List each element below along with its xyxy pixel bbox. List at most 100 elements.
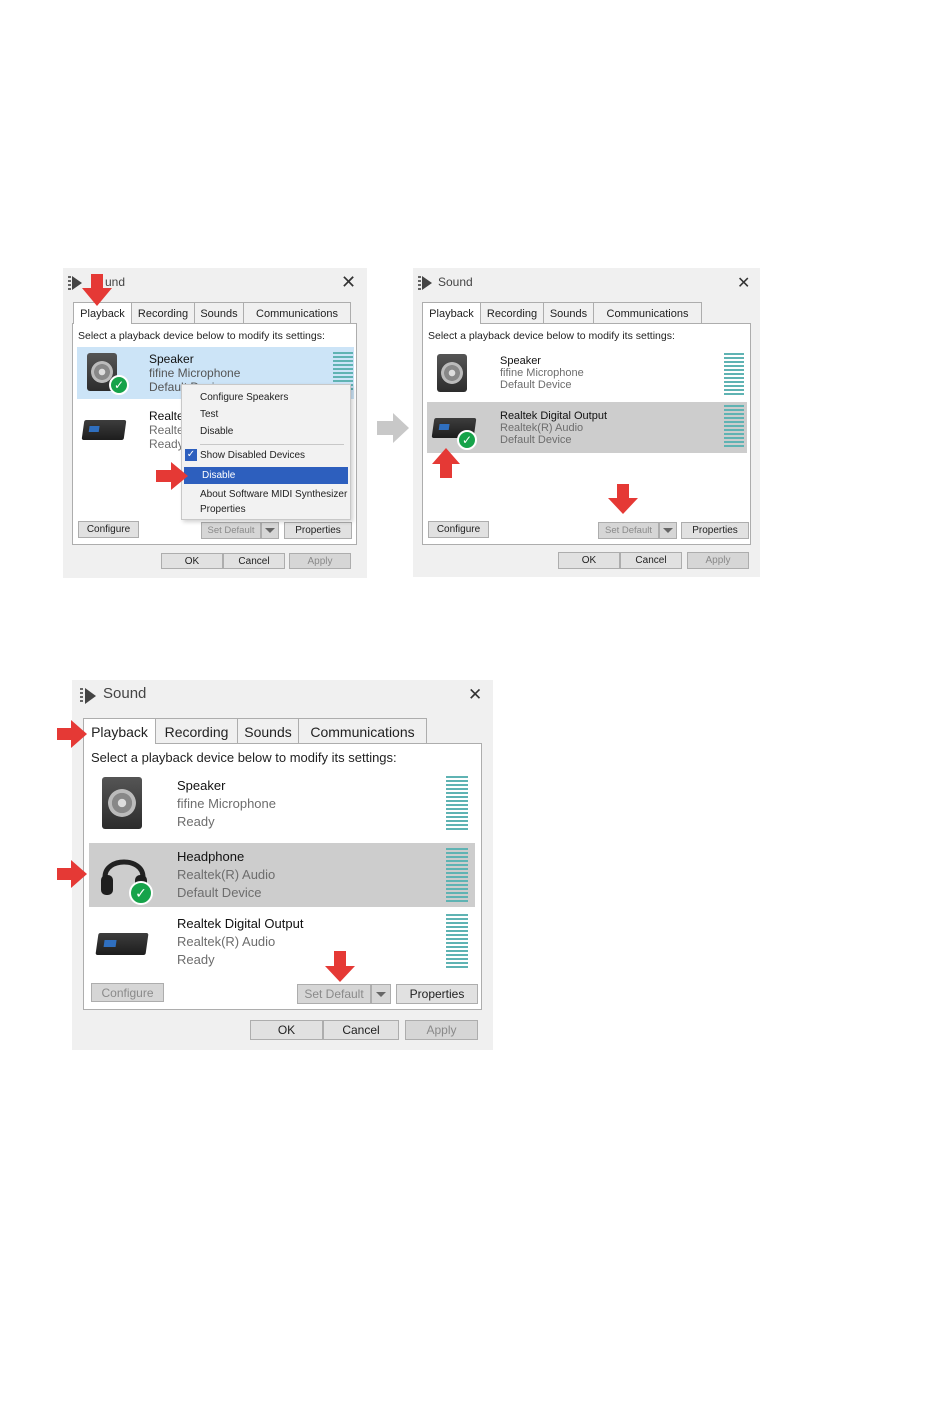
volume-meter: [724, 405, 744, 449]
device-realtek-digital-output[interactable]: ✓ Realtek Digital Output Realtek(R) Audi…: [427, 402, 747, 453]
tab-strip: Playback Recording Sounds Communications: [73, 302, 351, 324]
device-speaker[interactable]: Speaker fifine Microphone Ready: [89, 772, 475, 835]
apply-button[interactable]: Apply: [687, 552, 749, 569]
device-status: Default Device: [177, 885, 262, 900]
properties-button[interactable]: Properties: [396, 984, 478, 1004]
default-check-icon: ✓: [129, 881, 153, 905]
ok-button[interactable]: OK: [558, 552, 620, 569]
set-default-button[interactable]: Set Default: [201, 522, 261, 539]
sound-window-step2: Sound ✕ Playback Recording Sounds Commun…: [413, 268, 760, 577]
tab-communications[interactable]: Communications: [243, 302, 351, 324]
title-bar: Sound: [72, 680, 493, 712]
menu-item-show-disabled-devices[interactable]: ✓ Show Disabled Devices: [182, 447, 350, 463]
menu-item-properties[interactable]: Properties: [182, 501, 350, 517]
device-desc: Realtek(R) Audio: [177, 934, 276, 949]
speaker-icon: [427, 348, 487, 398]
tab-recording[interactable]: Recording: [155, 718, 238, 744]
menu-item-disable-highlighted[interactable]: Disable: [184, 467, 348, 484]
chevron-down-icon: [663, 528, 673, 533]
volume-meter: [446, 848, 468, 902]
red-arrow-down-icon: [325, 951, 355, 982]
device-name: Realtek Digital Output: [500, 409, 607, 422]
menu-separator: [200, 444, 344, 445]
instruction-text: Select a playback device below to modify…: [78, 330, 325, 342]
set-default-dropdown[interactable]: [659, 522, 677, 539]
cancel-button[interactable]: Cancel: [223, 553, 285, 569]
device-headphone[interactable]: ✓ Headphone Realtek(R) Audio Default Dev…: [89, 843, 475, 907]
close-icon[interactable]: ✕: [468, 685, 482, 705]
properties-button[interactable]: Properties: [284, 522, 352, 539]
chevron-down-icon: [376, 991, 386, 997]
set-default-dropdown[interactable]: [371, 984, 391, 1004]
tab-communications[interactable]: Communications: [298, 718, 427, 744]
properties-button[interactable]: Properties: [681, 522, 749, 539]
context-menu: Configure Speakers Test Disable ✓ Show D…: [181, 384, 351, 520]
playback-panel: Select a playback device below to modify…: [83, 743, 482, 1010]
device-status: Default Device: [500, 379, 572, 391]
device-desc: Realte: [149, 423, 184, 437]
speaker-icon: [89, 772, 167, 835]
cancel-button[interactable]: Cancel: [620, 552, 682, 569]
tab-communications[interactable]: Communications: [593, 302, 702, 324]
apply-button[interactable]: Apply: [289, 553, 351, 569]
menu-item-about-midi[interactable]: About Software MIDI Synthesizer: [182, 486, 350, 502]
sound-window-step3: Sound ✕ Playback Recording Sounds Commun…: [72, 680, 493, 1050]
playback-panel: Select a playback device below to modify…: [422, 323, 751, 545]
digital-output-icon: [89, 911, 167, 973]
tab-strip: Playback Recording Sounds Communications: [83, 718, 427, 744]
instruction-text: Select a playback device below to modify…: [91, 750, 397, 765]
menu-item-configure-speakers[interactable]: Configure Speakers: [182, 389, 350, 405]
device-status: Ready: [149, 437, 184, 451]
tab-sounds[interactable]: Sounds: [194, 302, 244, 324]
device-name: Speaker: [177, 777, 226, 793]
sound-icon: [418, 276, 432, 290]
menu-item-test[interactable]: Test: [182, 406, 350, 422]
tab-recording[interactable]: Recording: [131, 302, 195, 324]
red-arrow-right-icon: [156, 462, 188, 490]
red-arrow-right-icon: [57, 720, 87, 748]
instruction-text: Select a playback device below to modify…: [428, 330, 675, 342]
device-name: Speaker: [149, 352, 194, 366]
close-icon[interactable]: ✕: [737, 273, 750, 293]
tab-playback[interactable]: Playback: [422, 302, 481, 324]
device-name: Realte: [149, 409, 184, 423]
configure-button[interactable]: Configure: [91, 983, 164, 1002]
device-speaker[interactable]: Speaker fifine Microphone Default Device: [427, 348, 747, 398]
device-status: Default Device: [500, 433, 572, 446]
device-desc: fifine Microphone: [177, 795, 276, 811]
sound-icon: [80, 688, 96, 704]
default-check-icon: ✓: [109, 375, 129, 395]
close-icon[interactable]: ✕: [341, 272, 356, 293]
device-status: Ready: [177, 813, 215, 829]
set-default-dropdown[interactable]: [261, 522, 279, 539]
configure-button[interactable]: Configure: [428, 521, 489, 538]
device-realtek-digital-output[interactable]: Realtek Digital Output Realtek(R) Audio …: [89, 911, 475, 973]
device-name: Headphone: [177, 849, 245, 864]
device-name: Realtek Digital Output: [177, 916, 304, 931]
digital-output-icon: [77, 404, 137, 456]
volume-meter: [724, 353, 744, 395]
device-desc: Realtek(R) Audio: [500, 421, 584, 434]
ok-button[interactable]: OK: [161, 553, 223, 569]
apply-button[interactable]: Apply: [405, 1020, 478, 1040]
sound-icon: [68, 276, 82, 290]
configure-button[interactable]: Configure: [78, 521, 139, 538]
tab-playback[interactable]: Playback: [83, 718, 156, 744]
digital-output-icon: ✓: [427, 402, 487, 453]
title-bar: Sound: [413, 268, 760, 298]
tab-strip: Playback Recording Sounds Communications: [422, 302, 702, 324]
menu-item-disable[interactable]: Disable: [182, 423, 350, 439]
ok-button[interactable]: OK: [250, 1020, 323, 1040]
volume-meter: [446, 914, 468, 968]
window-title: Sound: [103, 685, 147, 702]
set-default-button[interactable]: Set Default: [297, 984, 371, 1004]
headphone-icon: ✓: [89, 843, 167, 907]
cancel-button[interactable]: Cancel: [323, 1020, 399, 1040]
tab-sounds[interactable]: Sounds: [237, 718, 299, 744]
red-arrow-right-icon: [57, 860, 87, 888]
tab-recording[interactable]: Recording: [480, 302, 544, 324]
tab-sounds[interactable]: Sounds: [543, 302, 594, 324]
red-arrow-down-icon: [608, 484, 638, 514]
set-default-button[interactable]: Set Default: [598, 522, 659, 539]
speaker-icon: ✓: [77, 347, 137, 399]
